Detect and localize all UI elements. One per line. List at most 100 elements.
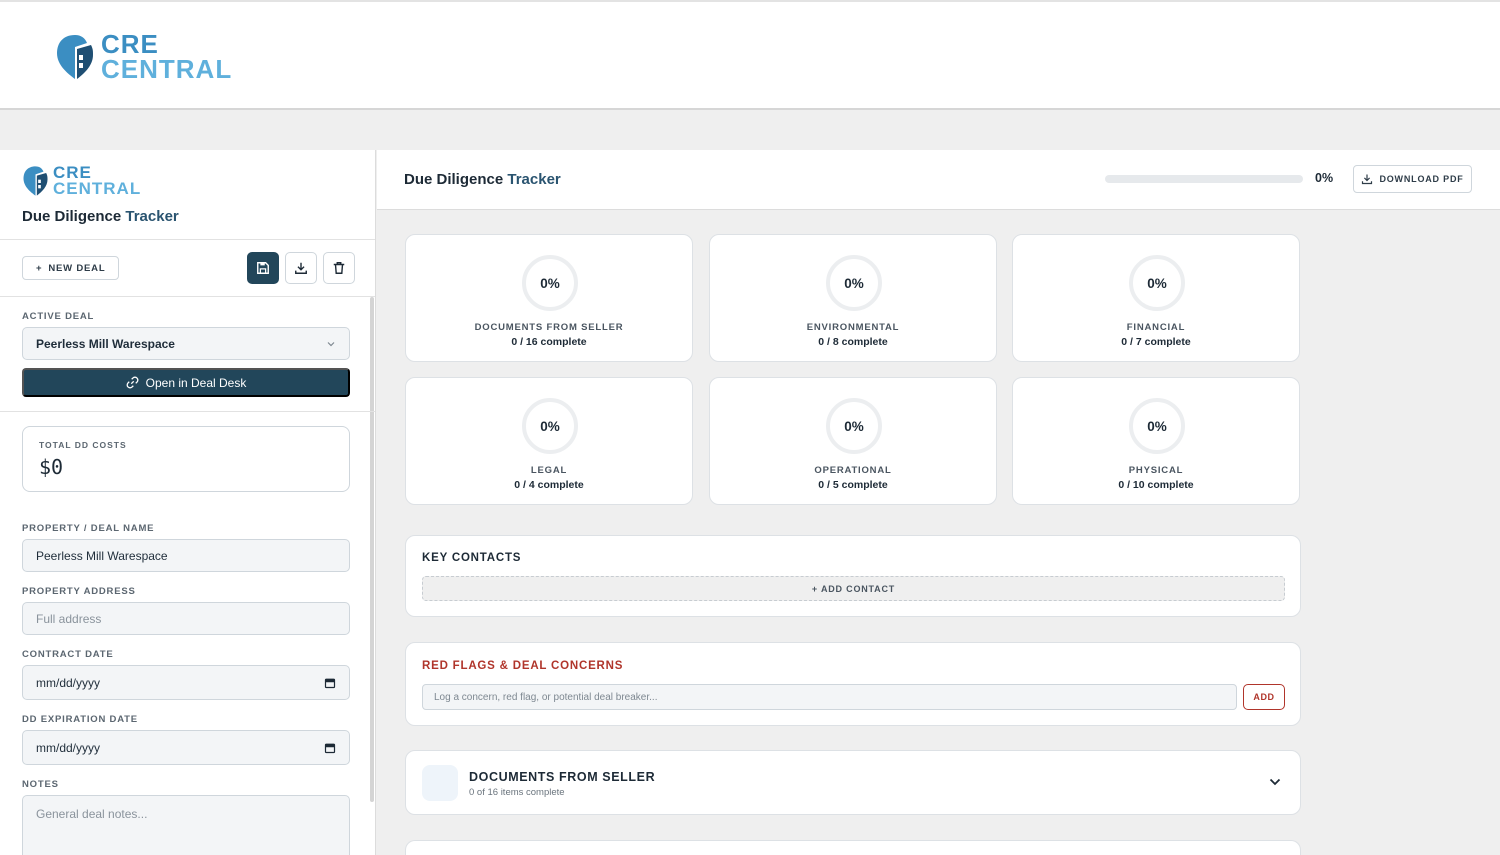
category-count: 0 / 10 complete: [1118, 479, 1194, 491]
calendar-icon[interactable]: [324, 742, 336, 754]
total-dd-costs-card: TOTAL DD COSTS $0: [22, 426, 350, 492]
active-deal-value: Peerless Mill Warespace: [36, 336, 175, 351]
total-dd-costs-label: TOTAL DD COSTS: [39, 440, 127, 450]
trash-icon: [333, 262, 345, 274]
section-next[interactable]: [405, 840, 1301, 855]
link-icon: [126, 376, 139, 389]
progress-ring: 0%: [522, 255, 578, 311]
category-card-documents[interactable]: 0% DOCUMENTS FROM SELLER 0 / 16 complete: [405, 234, 693, 362]
save-icon: [257, 262, 269, 274]
concern-placeholder: Log a concern, red flag, or potential de…: [434, 691, 658, 703]
open-deal-desk-label: Open in Deal Desk: [145, 375, 247, 390]
sidebar-title-accent: Tracker: [125, 208, 179, 225]
dd-expiration-placeholder: mm/dd/yyyy: [36, 740, 101, 755]
category-count: 0 / 16 complete: [511, 336, 587, 348]
active-deal-select[interactable]: Peerless Mill Warespace: [22, 327, 350, 360]
progress-ring: 0%: [1129, 255, 1185, 311]
category-name: OPERATIONAL: [814, 465, 892, 476]
new-deal-button[interactable]: + NEW DEAL: [22, 256, 120, 280]
category-card-operational[interactable]: 0% OPERATIONAL 0 / 5 complete: [709, 377, 997, 505]
download-icon: [1362, 174, 1373, 185]
notes-placeholder: General deal notes...: [36, 807, 148, 821]
progress-ring: 0%: [826, 255, 882, 311]
category-card-physical[interactable]: 0% PHYSICAL 0 / 10 complete: [1012, 377, 1300, 505]
chevron-down-icon: [327, 341, 335, 346]
contract-date-placeholder: mm/dd/yyyy: [36, 675, 101, 690]
sidebar-header: CRE CENTRAL Due Diligence Tracker: [0, 150, 375, 240]
category-name: FINANCIAL: [1126, 322, 1186, 333]
building-shield-icon: [57, 34, 93, 79]
category-name: PHYSICAL: [1128, 465, 1184, 476]
section-subtitle: 0 of 16 items complete: [469, 787, 565, 798]
contract-date-input[interactable]: mm/dd/yyyy: [22, 665, 350, 700]
plus-icon: +: [36, 262, 43, 274]
progress-ring: 0%: [1129, 398, 1185, 454]
main-header: Due Diligence Tracker 0% DOWNLOAD PDF: [377, 150, 1500, 210]
total-dd-costs-value: $0: [39, 455, 64, 479]
dd-expiration-input[interactable]: mm/dd/yyyy: [22, 730, 350, 765]
notes-label: NOTES: [22, 779, 59, 790]
chevron-down-icon[interactable]: [1268, 775, 1282, 789]
property-address-input[interactable]: Full address: [22, 602, 350, 635]
save-deal-button[interactable]: [247, 252, 279, 284]
brand-line-2: CENTRAL: [53, 179, 142, 199]
category-card-legal[interactable]: 0% LEGAL 0 / 4 complete: [405, 377, 693, 505]
notes-textarea[interactable]: General deal notes...: [22, 795, 350, 855]
brand-line-2: CENTRAL: [101, 53, 233, 84]
calendar-icon[interactable]: [324, 677, 336, 689]
concern-input[interactable]: Log a concern, red flag, or potential de…: [422, 684, 1237, 710]
overall-progress-bar: [1105, 175, 1303, 183]
download-pdf-button[interactable]: DOWNLOAD PDF: [1353, 165, 1472, 193]
page-title: Due Diligence Tracker: [404, 171, 561, 188]
category-count: 0 / 8 complete: [818, 336, 888, 348]
brand-logo[interactable]: CRE CENTRAL: [55, 29, 233, 84]
sidebar: CRE CENTRAL Due Diligence Tracker + NEW …: [0, 150, 376, 855]
open-deal-desk-button[interactable]: Open in Deal Desk: [22, 368, 350, 397]
download-deal-button[interactable]: [285, 252, 317, 284]
page-title-accent: Tracker: [507, 171, 561, 188]
sidebar-scrollbar[interactable]: [370, 297, 374, 802]
sidebar-title-main: Due Diligence: [22, 208, 122, 225]
category-name: LEGAL: [530, 465, 568, 476]
section-documents-from-seller[interactable]: DOCUMENTS FROM SELLER 0 of 16 items comp…: [405, 750, 1301, 815]
progress-ring: 0%: [522, 398, 578, 454]
key-contacts-panel: KEY CONTACTS + ADD CONTACT: [405, 535, 1301, 617]
section-icon: [422, 765, 458, 801]
contract-date-label: CONTRACT DATE: [22, 649, 114, 660]
red-flags-panel: RED FLAGS & DEAL CONCERNS Log a concern,…: [405, 642, 1301, 726]
page-title-main: Due Diligence: [404, 171, 504, 188]
active-deal-label: ACTIVE DEAL: [22, 311, 95, 322]
property-address-label: PROPERTY ADDRESS: [22, 586, 136, 597]
sidebar-actions: + NEW DEAL: [0, 240, 375, 297]
category-count: 0 / 5 complete: [818, 479, 888, 491]
new-deal-label: NEW DEAL: [48, 262, 106, 274]
add-contact-button[interactable]: + ADD CONTACT: [422, 576, 1285, 601]
property-name-label: PROPERTY / DEAL NAME: [22, 523, 155, 534]
section-title: DOCUMENTS FROM SELLER: [469, 770, 656, 784]
delete-deal-button[interactable]: [323, 252, 355, 284]
sidebar-title: Due Diligence Tracker: [22, 208, 179, 225]
top-brand-bar: CRE CENTRAL: [0, 0, 1500, 110]
category-card-environmental[interactable]: 0% ENVIRONMENTAL 0 / 8 complete: [709, 234, 997, 362]
category-name: ENVIRONMENTAL: [806, 322, 900, 333]
download-icon: [295, 262, 307, 274]
property-name-input[interactable]: Peerless Mill Warespace: [22, 539, 350, 572]
category-card-financial[interactable]: 0% FINANCIAL 0 / 7 complete: [1012, 234, 1300, 362]
category-count: 0 / 4 complete: [514, 479, 584, 491]
overall-progress-text: 0%: [1315, 171, 1334, 185]
category-count: 0 / 7 complete: [1121, 336, 1191, 348]
key-contacts-title: KEY CONTACTS: [422, 552, 522, 564]
property-name-value: Peerless Mill Warespace: [36, 548, 168, 563]
red-flags-title: RED FLAGS & DEAL CONCERNS: [422, 660, 624, 672]
property-address-placeholder: Full address: [36, 611, 102, 626]
progress-ring: 0%: [826, 398, 882, 454]
sidebar-logo[interactable]: CRE CENTRAL: [22, 164, 142, 199]
dd-expiration-label: DD EXPIRATION DATE: [22, 714, 138, 725]
download-pdf-label: DOWNLOAD PDF: [1379, 174, 1464, 184]
building-shield-icon: [23, 166, 48, 196]
add-concern-button[interactable]: ADD: [1243, 684, 1285, 710]
sidebar-form: ACTIVE DEAL Peerless Mill Warespace Open…: [0, 297, 375, 855]
divider: [0, 411, 375, 412]
category-name: DOCUMENTS FROM SELLER: [474, 322, 624, 333]
brand-line-1: CRE: [101, 29, 159, 59]
